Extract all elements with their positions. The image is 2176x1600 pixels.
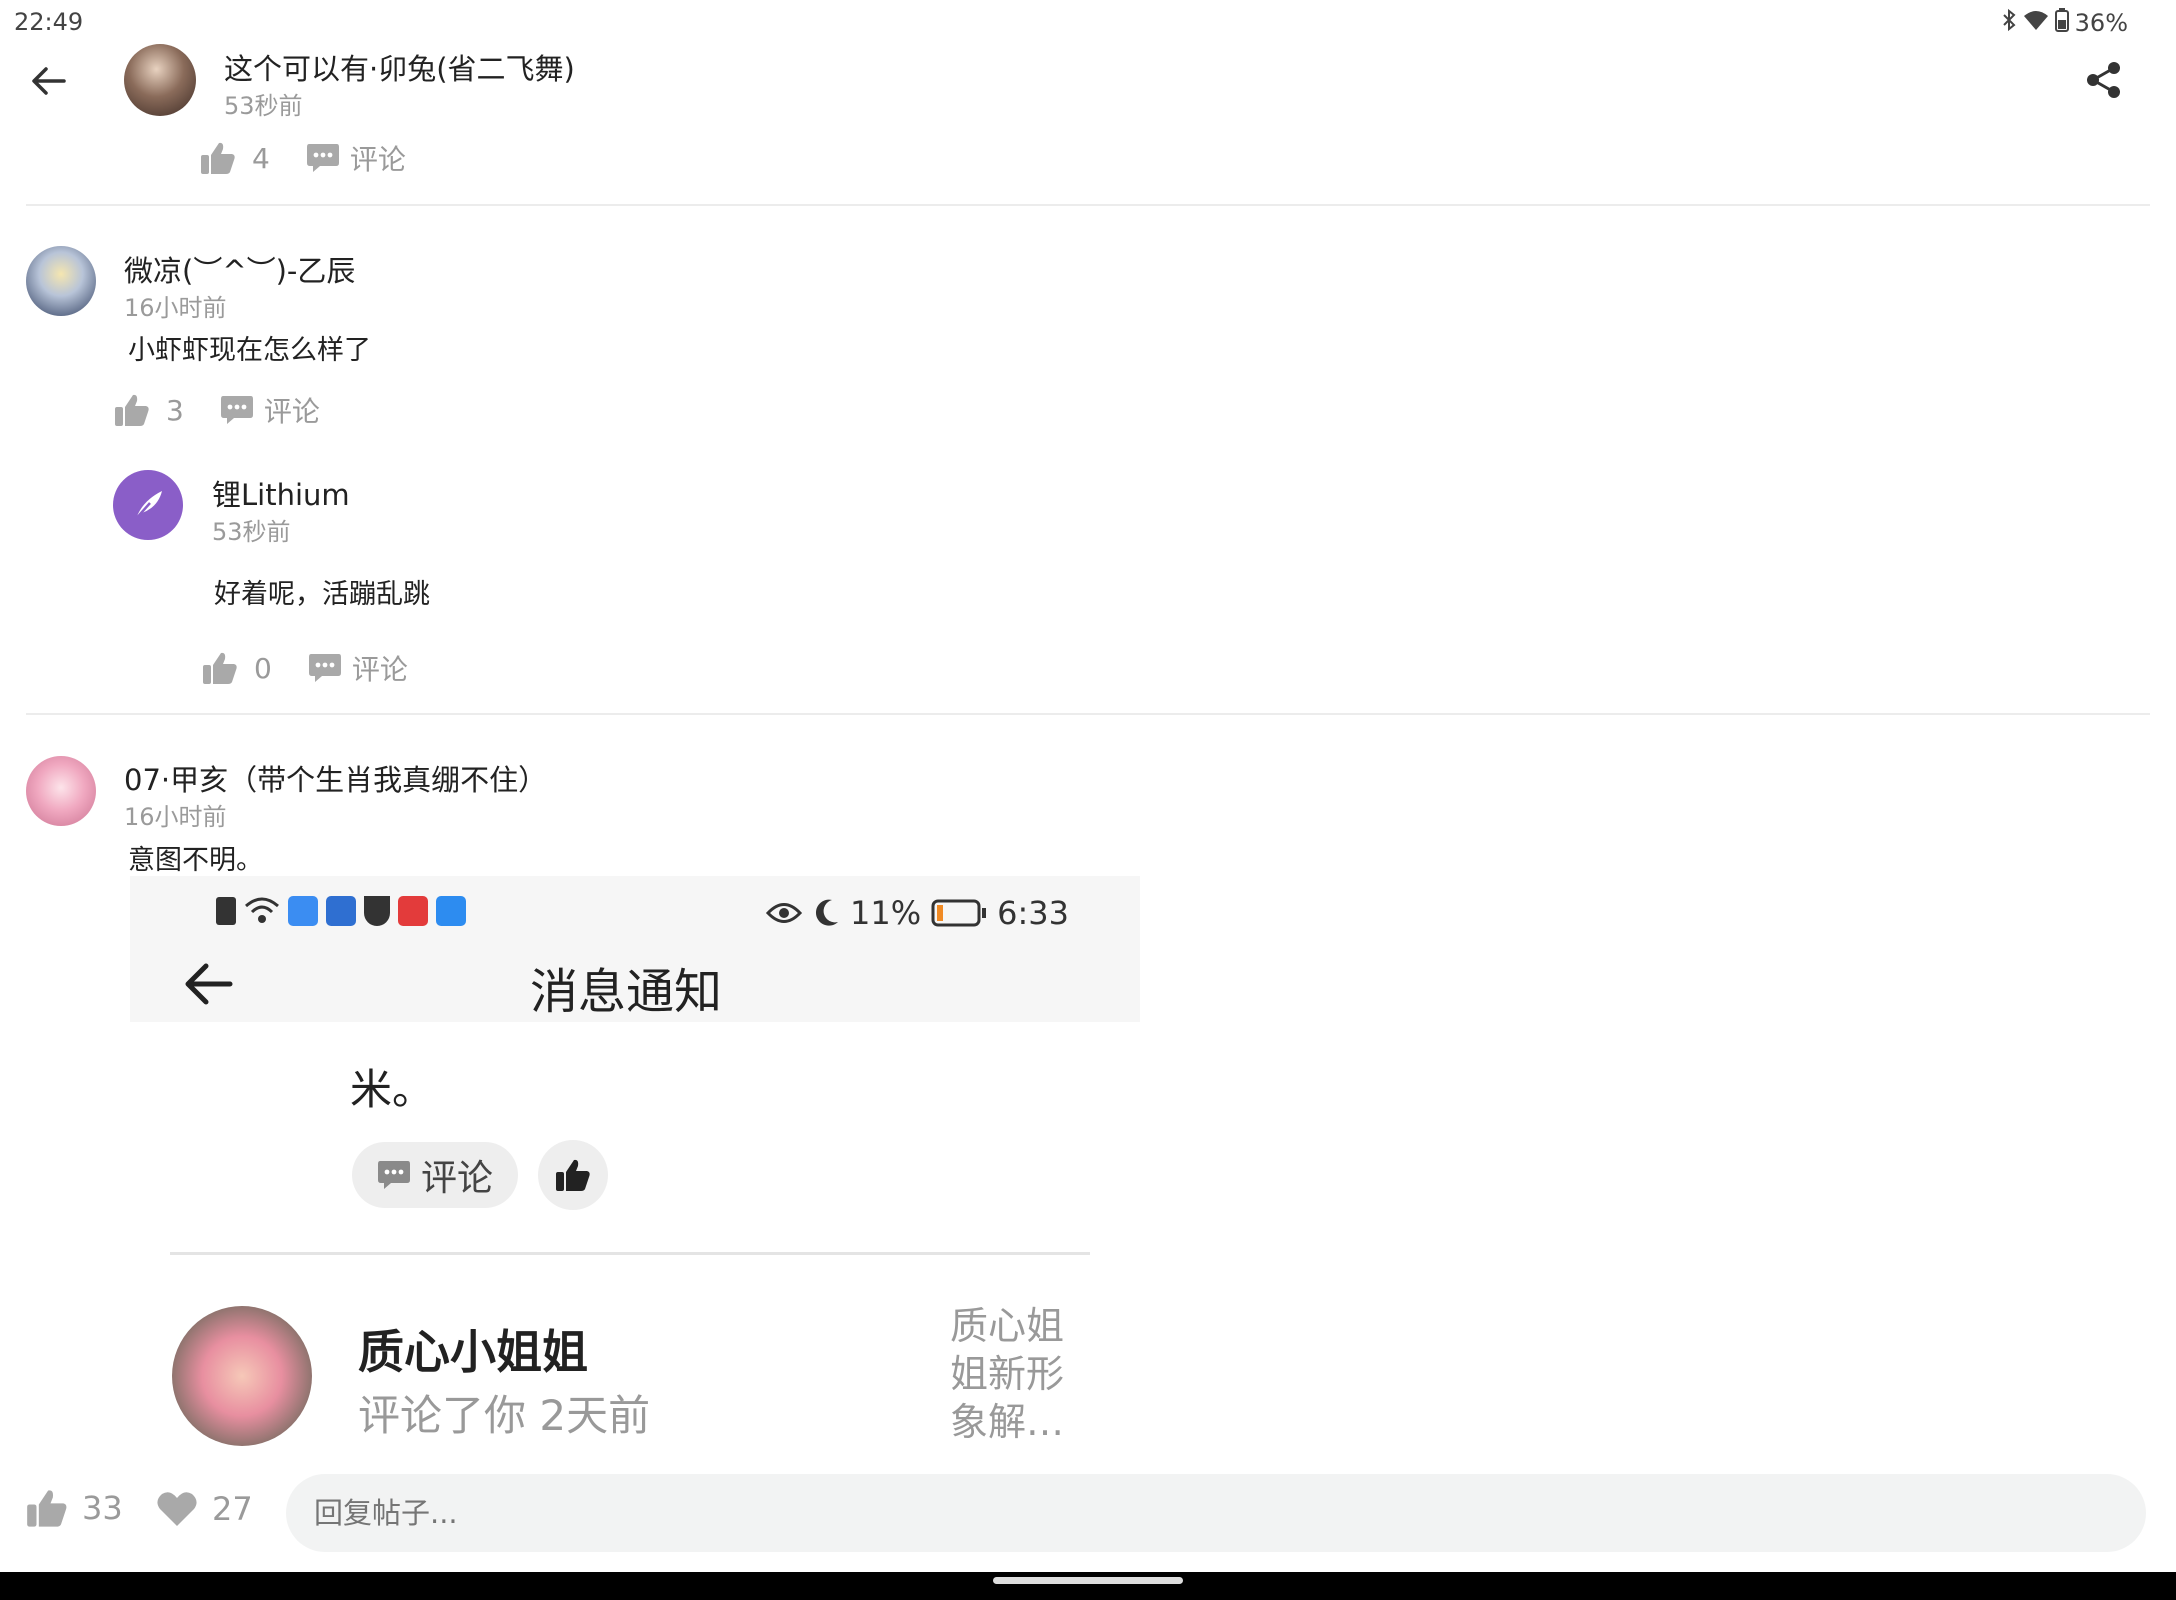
back-button[interactable]	[26, 58, 72, 104]
comment-button[interactable]: 评论	[308, 648, 408, 688]
embedded-time: 6:33	[997, 894, 1069, 932]
post-like-count: 33	[82, 1489, 123, 1527]
post-reply-actions: 4 评论	[200, 138, 406, 178]
post-favorite-button[interactable]: 27	[156, 1490, 253, 1528]
share-icon	[2087, 62, 2120, 98]
comment-button[interactable]: 评论	[220, 390, 320, 430]
eye-icon	[766, 903, 802, 923]
comment-text: 意图不明。	[128, 845, 263, 876]
comment-image[interactable]: 11% 6:33 消息通知 米。 评论 质心小姐姐 评论了你 2天前 质心姐姐新…	[130, 876, 1140, 1446]
feather-icon	[133, 491, 162, 522]
thumbs-up-icon	[115, 394, 149, 426]
reply-avatar[interactable]	[113, 470, 183, 540]
embedded-comment-label: 评论	[420, 1158, 493, 1199]
embedded-preview-text: 质心姐姐新形象解…	[950, 1304, 1065, 1444]
post-like-button[interactable]: 33	[26, 1488, 123, 1528]
embedded-notifier-name: 质心小姐姐	[358, 1325, 588, 1379]
share-button[interactable]	[2084, 60, 2124, 100]
thumbs-up-icon	[201, 142, 235, 174]
like-button[interactable]: 3	[114, 393, 184, 427]
post-time: 53秒前	[224, 92, 303, 120]
moon-icon	[815, 899, 838, 926]
comment-button[interactable]: 评论	[306, 138, 406, 178]
comment-avatar[interactable]	[26, 246, 96, 316]
embedded-title: 消息通知	[530, 964, 723, 1020]
battery-percent: 36%	[2074, 9, 2128, 37]
embedded-divider	[170, 1252, 1090, 1255]
status-icons: 36%	[2001, 8, 2128, 38]
comment-label: 评论	[349, 143, 406, 176]
comment-actions: 3 评论	[114, 390, 320, 430]
thumbs-up-icon	[203, 652, 237, 684]
reply-input[interactable]	[286, 1474, 2146, 1552]
bluetooth-icon	[2001, 8, 2017, 38]
post-favorite-count: 27	[212, 1490, 253, 1528]
comment-bubble-icon	[308, 654, 341, 682]
comment-label: 评论	[351, 653, 408, 686]
divider	[26, 713, 2150, 715]
embedded-comment-button: 评论	[352, 1142, 518, 1208]
comment-bubble-icon	[306, 144, 339, 172]
reply-time: 53秒前	[212, 518, 291, 546]
battery-icon	[931, 899, 987, 927]
post-author-name[interactable]: 这个可以有·卯兔(省二飞舞)	[224, 46, 575, 88]
reply-actions: 0 评论	[202, 648, 408, 688]
thumbs-up-icon	[27, 1490, 67, 1527]
embedded-trailing-text: 米。	[350, 1065, 435, 1114]
wifi-icon	[2023, 9, 2049, 37]
post-author-avatar[interactable]	[124, 44, 196, 116]
reply-author[interactable]: 锂Lithium	[212, 472, 350, 514]
comment-author[interactable]: 07·甲亥（带个生肖我真绷不住）	[124, 757, 547, 799]
comment-time: 16小时前	[124, 294, 227, 322]
embedded-like-button	[538, 1140, 608, 1210]
comment-avatar[interactable]	[26, 756, 96, 826]
comment-bubble-icon	[377, 1161, 410, 1189]
like-button[interactable]: 4	[200, 141, 270, 175]
like-count: 4	[252, 141, 270, 175]
status-time: 22:49	[14, 8, 84, 36]
like-count: 0	[254, 651, 272, 685]
embedded-avatar	[172, 1306, 312, 1446]
home-gesture-handle[interactable]	[993, 1577, 1183, 1584]
battery-icon	[2054, 8, 2069, 38]
embedded-status-icons	[216, 896, 466, 926]
arrow-left-icon	[185, 963, 233, 1005]
embedded-notifier-action: 评论了你 2天前	[358, 1391, 651, 1440]
arrow-left-icon	[32, 67, 66, 95]
comment-time: 16小时前	[124, 803, 227, 831]
thumbs-up-icon	[556, 1159, 590, 1191]
embedded-status-right: 11% 6:33	[766, 894, 1069, 932]
divider	[26, 204, 2150, 206]
comment-label: 评论	[263, 395, 320, 428]
heart-icon	[157, 1492, 197, 1526]
comment-text: 小虾虾现在怎么样了	[128, 335, 371, 366]
comment-author[interactable]: 微凉(︶^︶)-乙辰	[124, 248, 355, 290]
reply-text: 好着呢，活蹦乱跳	[214, 579, 430, 610]
like-count: 3	[166, 393, 184, 427]
embedded-battery-percent: 11%	[850, 894, 922, 932]
like-button[interactable]: 0	[202, 651, 272, 685]
comment-bubble-icon	[220, 396, 253, 424]
status-bar: 22:49 36%	[0, 0, 2176, 44]
